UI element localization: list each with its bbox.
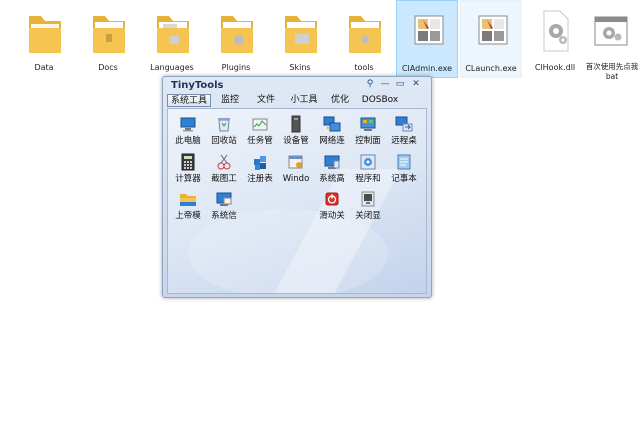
tab-system-tools[interactable]: 系统工具	[167, 94, 211, 107]
desktop-item-label: 首次使用先点我 bat	[584, 62, 640, 82]
calculator-icon	[181, 153, 195, 171]
registry-icon	[254, 156, 266, 170]
desktop-item-label: CLaunch.exe	[465, 64, 517, 73]
monitor-off-icon	[361, 191, 375, 207]
tab-bar: 系统工具 监控 文件 小工具 优化 DOSBox	[167, 94, 427, 107]
god-mode-folder-icon	[180, 194, 196, 206]
desktop-item-label: tools	[354, 63, 374, 72]
desktop-item-skins[interactable]: Skins	[269, 0, 331, 78]
snipping-tool-icon	[217, 154, 231, 170]
tool-monitor-off[interactable]: 关闭显	[350, 190, 386, 228]
window-app-icon	[478, 15, 508, 45]
folder-icon	[285, 16, 317, 53]
minimize-button[interactable]: —	[378, 79, 392, 90]
desktop-item-plugins[interactable]: Plugins	[205, 0, 267, 78]
remote-desktop-icon	[395, 116, 413, 132]
tool-control-panel[interactable]: 控制面	[350, 115, 386, 153]
restore-button[interactable]: ▭	[393, 79, 407, 90]
tool-registry[interactable]: 注册表	[242, 153, 278, 191]
tab-file[interactable]: 文件	[253, 94, 279, 107]
gear-file-icon	[543, 10, 569, 52]
desktop-item-claunch[interactable]: CLaunch.exe	[460, 0, 522, 78]
recycle-bin-icon	[218, 118, 230, 132]
windows-tool-icon	[288, 155, 303, 169]
tool-remote-desktop[interactable]: 远程桌	[386, 115, 422, 153]
network-icon	[323, 116, 341, 132]
tinytools-window[interactable]: TinyTools ⚲ — ▭ ✕ 系统工具 监控 文件 小工具 优化 DOSB…	[162, 76, 432, 298]
tools-panel: 此电脑 回收站 任务管 设备管 网络连 控制面 远程桌 计算器 截图工 注册表 …	[167, 108, 427, 294]
tool-calculator[interactable]: 计算器	[170, 153, 206, 191]
notepad-icon	[397, 154, 411, 170]
task-manager-icon	[252, 118, 268, 131]
desktop-item-label: ClHook.dll	[534, 63, 576, 72]
desktop-item-cladmin[interactable]: ClAdmin.exe	[396, 0, 458, 78]
desktop-item-label: ClAdmin.exe	[401, 64, 453, 73]
desktop-item-clhook[interactable]: ClHook.dll	[524, 0, 586, 78]
desktop-item-label-line2: bat	[605, 72, 619, 81]
tool-task-manager[interactable]: 任务管	[242, 115, 278, 153]
folder-icon	[221, 16, 253, 53]
desktop-item-first-use-bat[interactable]: 首次使用先点我 bat	[584, 0, 640, 81]
folder-icon	[93, 16, 125, 53]
tool-god-mode[interactable]: 上帝模	[170, 190, 206, 228]
desktop-item-docs[interactable]: Docs	[77, 0, 139, 78]
tool-label: 关闭显	[355, 211, 381, 221]
folder-icon	[29, 16, 61, 53]
tool-windows[interactable]: Windo	[278, 153, 314, 191]
device-manager-icon	[291, 115, 301, 133]
tab-optimize[interactable]: 优化	[327, 94, 353, 107]
tool-system-info[interactable]: 系统信	[206, 190, 242, 228]
tool-label: 系统信	[211, 211, 237, 221]
pin-icon[interactable]: ⚲	[363, 79, 377, 90]
tool-programs-features[interactable]: 程序和	[350, 153, 386, 191]
tool-label: 远程桌	[391, 136, 417, 146]
tool-this-pc[interactable]: 此电脑	[170, 115, 206, 153]
desktop-item-label: Data	[34, 63, 54, 72]
desktop-item-label-line1: 首次使用先点我	[585, 62, 639, 71]
tab-monitor[interactable]: 监控	[217, 94, 243, 107]
gear-window-icon	[594, 16, 628, 46]
folder-icon	[349, 16, 381, 53]
tab-dosbox[interactable]: DOSBox	[359, 94, 401, 107]
window-app-icon	[414, 15, 444, 45]
tool-recycle-bin[interactable]: 回收站	[206, 115, 242, 153]
desktop-item-tools[interactable]: tools	[333, 0, 395, 78]
tool-system-advanced[interactable]: 系统高	[314, 153, 350, 191]
computer-icon	[180, 117, 196, 132]
tool-slide-shutdown[interactable]: 滑动关	[314, 190, 350, 228]
programs-icon	[360, 154, 376, 170]
desktop-item-label: Docs	[98, 63, 118, 72]
system-info-icon	[216, 192, 232, 206]
slide-shutdown-icon	[325, 192, 339, 206]
system-advanced-icon	[324, 155, 340, 169]
tool-label: 记事本	[391, 174, 417, 184]
desktop-item-label: Plugins	[221, 63, 251, 72]
control-panel-icon	[360, 117, 376, 131]
close-button[interactable]: ✕	[409, 79, 423, 90]
window-title: TinyTools	[171, 80, 224, 91]
tool-notepad[interactable]: 记事本	[386, 153, 422, 191]
desktop-item-data[interactable]: Data	[13, 0, 75, 78]
tab-utilities[interactable]: 小工具	[287, 94, 321, 107]
desktop-item-label: Skins	[289, 63, 311, 72]
tool-network-connections[interactable]: 网络连	[314, 115, 350, 153]
tool-device-manager[interactable]: 设备管	[278, 115, 314, 153]
tool-snipping[interactable]: 截图工	[206, 153, 242, 191]
folder-icon	[157, 16, 189, 53]
desktop-item-languages[interactable]: Languages	[141, 0, 203, 78]
desktop-item-label: Languages	[150, 63, 194, 72]
